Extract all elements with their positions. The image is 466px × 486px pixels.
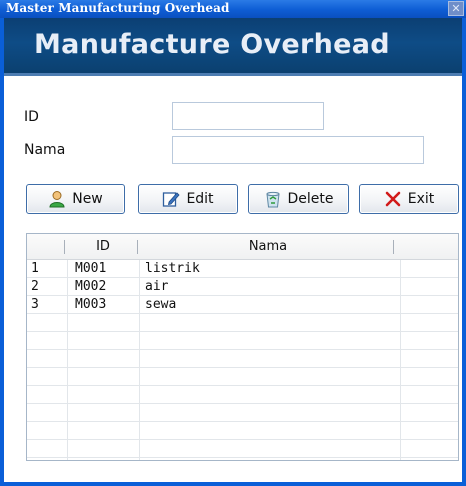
row-number-cell: 1 bbox=[31, 261, 39, 276]
id-field[interactable] bbox=[172, 102, 324, 130]
banner: Manufacture Overhead bbox=[4, 18, 462, 76]
edit-button-label: Edit bbox=[186, 191, 214, 207]
grid-header: ID Nama bbox=[27, 234, 458, 260]
row-number-cell: 2 bbox=[31, 279, 39, 294]
data-grid[interactable]: ID Nama 1 M001 listrik 2 M002 air 3 M003 sewa bbox=[26, 233, 459, 461]
empty-row[interactable] bbox=[27, 369, 458, 386]
exit-button[interactable]: Exit bbox=[359, 184, 459, 214]
empty-row[interactable] bbox=[27, 441, 458, 458]
delete-button[interactable]: Delete bbox=[248, 184, 349, 214]
id-cell: M001 bbox=[75, 261, 107, 276]
header-separator bbox=[393, 240, 394, 254]
title-bar[interactable]: Master Manufacturing Overhead ✕ bbox=[0, 0, 466, 18]
empty-row[interactable] bbox=[27, 351, 458, 368]
close-icon[interactable]: ✕ bbox=[448, 1, 464, 16]
table-row[interactable]: 2 M002 air bbox=[27, 279, 458, 296]
nama-cell: sewa bbox=[145, 297, 177, 312]
exit-button-label: Exit bbox=[407, 191, 435, 207]
recycle-bin-icon bbox=[264, 190, 282, 208]
edit-icon bbox=[162, 190, 180, 208]
window-title: Master Manufacturing Overhead bbox=[6, 1, 230, 15]
empty-row[interactable] bbox=[27, 333, 458, 350]
empty-row[interactable] bbox=[27, 423, 458, 440]
id-label: ID bbox=[24, 109, 39, 125]
user-icon bbox=[48, 190, 66, 208]
empty-row[interactable] bbox=[27, 315, 458, 332]
id-cell: M003 bbox=[75, 297, 107, 312]
nama-cell: listrik bbox=[145, 261, 200, 276]
close-x-icon bbox=[384, 190, 402, 208]
column-header-id[interactable]: ID bbox=[65, 234, 141, 260]
id-cell: M002 bbox=[75, 279, 107, 294]
nama-field[interactable] bbox=[172, 136, 424, 164]
delete-button-label: Delete bbox=[287, 191, 334, 207]
empty-row[interactable] bbox=[27, 387, 458, 404]
banner-title: Manufacture Overhead bbox=[34, 29, 390, 60]
table-row[interactable]: 1 M001 listrik bbox=[27, 261, 458, 278]
app-window: Master Manufacturing Overhead ✕ Manufact… bbox=[0, 0, 466, 486]
new-button-label: New bbox=[72, 191, 103, 207]
empty-row[interactable] bbox=[27, 405, 458, 422]
nama-label: Nama bbox=[24, 142, 66, 158]
edit-button[interactable]: Edit bbox=[138, 184, 238, 214]
nama-cell: air bbox=[145, 279, 169, 294]
new-button[interactable]: New bbox=[26, 184, 125, 214]
row-number-cell: 3 bbox=[31, 297, 39, 312]
column-header-nama[interactable]: Nama bbox=[138, 234, 398, 260]
table-row[interactable]: 3 M003 sewa bbox=[27, 297, 458, 314]
